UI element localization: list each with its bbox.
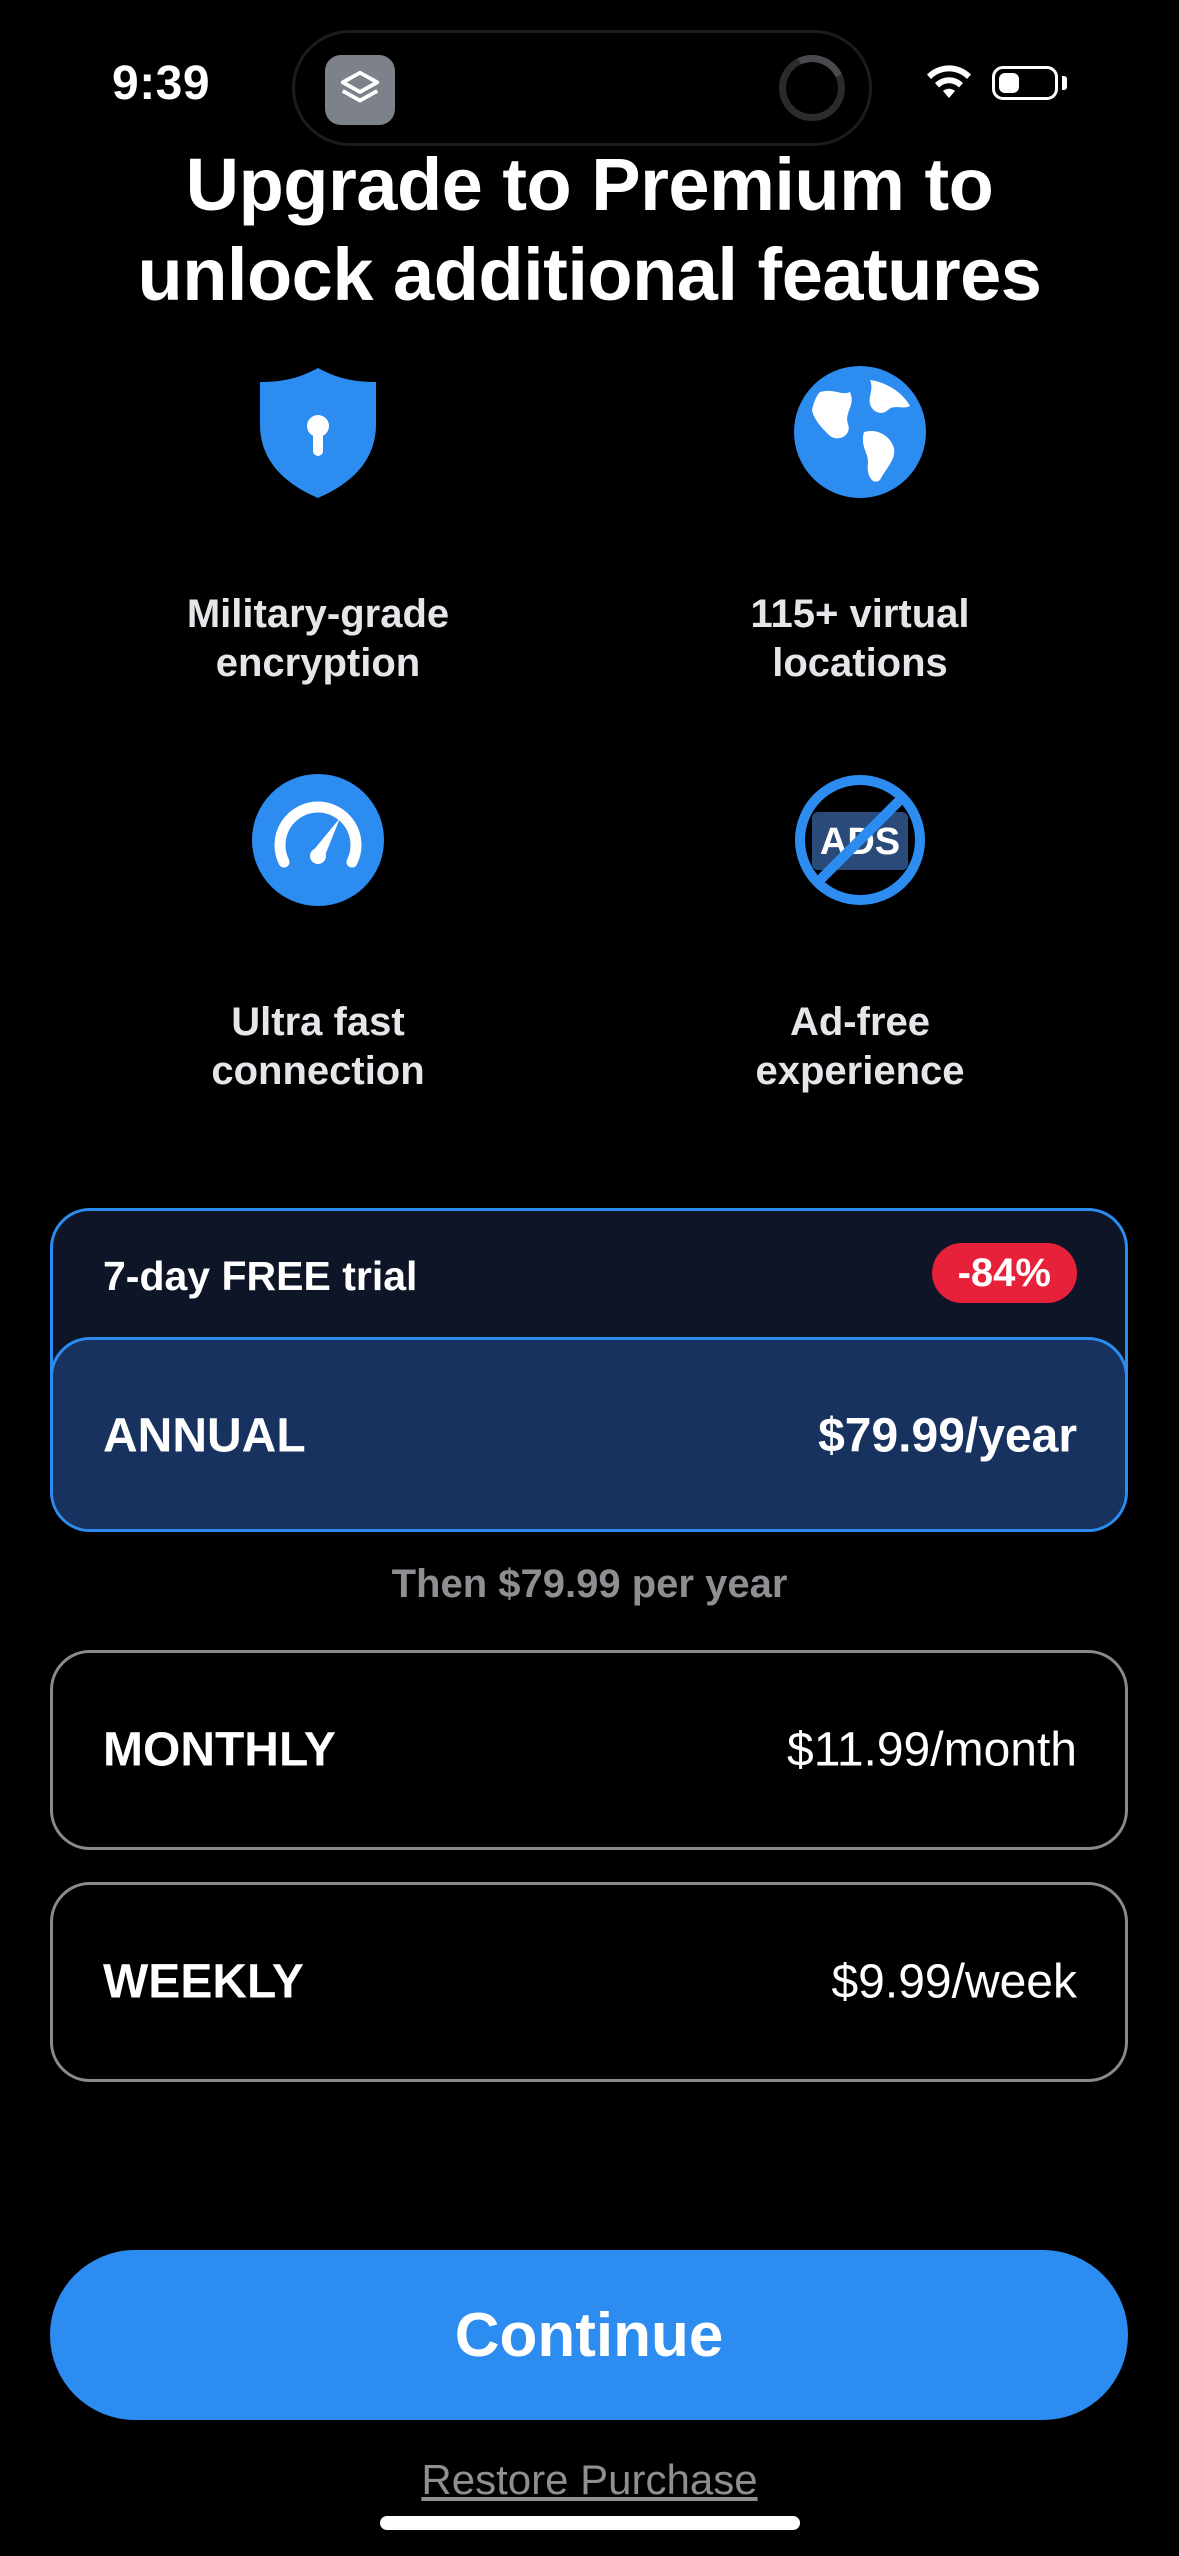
status-time: 9:39: [112, 57, 211, 110]
activity-ring-icon: [779, 55, 845, 121]
feature-encryption: Military-grade encryption: [48, 362, 588, 688]
battery-icon: [992, 66, 1058, 100]
trial-label: 7-day FREE trial: [103, 1253, 418, 1299]
globe-icon: [790, 362, 930, 502]
home-indicator[interactable]: [380, 2516, 800, 2530]
feature-label: Ultra fast connection: [211, 1000, 425, 1093]
annual-plan-option[interactable]: ANNUAL $79.99/year: [53, 1337, 1125, 1529]
plan-name: MONTHLY: [103, 1723, 336, 1777]
annual-plan-card[interactable]: 7-day FREE trial -84% ANNUAL $79.99/year: [50, 1208, 1128, 1532]
plan-name: ANNUAL: [103, 1409, 306, 1463]
feature-label: 115+ virtual locations: [750, 592, 970, 685]
feature-speed: Ultra fast connection: [48, 770, 588, 1096]
title-line-1: Upgrade to Premium to: [185, 143, 994, 226]
plan-price: $11.99/month: [787, 1723, 1077, 1777]
weekly-plan-option[interactable]: WEEKLY $9.99/week: [50, 1882, 1128, 2082]
title-line-2: unlock additional features: [137, 233, 1042, 316]
plan-name: WEEKLY: [103, 1955, 304, 2009]
feature-locations: 115+ virtual locations: [590, 362, 1130, 688]
feature-label: Ad-free experience: [755, 1000, 965, 1093]
page-title: Upgrade to Premium to unlock additional …: [0, 140, 1179, 320]
continue-button[interactable]: Continue: [50, 2250, 1128, 2420]
restore-purchase-container: Restore Purchase: [0, 2456, 1179, 2504]
plan-price: $9.99/week: [831, 1955, 1077, 2009]
feature-ad-free: ADS Ad-free experience: [590, 770, 1130, 1096]
speedometer-icon: [248, 770, 388, 910]
stack-layers-icon: [325, 55, 395, 125]
battery-level: [999, 73, 1019, 93]
battery-cap: [1062, 76, 1067, 90]
plan-price: $79.99/year: [818, 1409, 1077, 1463]
restore-purchase-link[interactable]: Restore Purchase: [421, 2456, 757, 2503]
monthly-plan-option[interactable]: MONTHLY $11.99/month: [50, 1650, 1128, 1850]
wifi-icon: [924, 62, 974, 105]
no-ads-icon: ADS: [790, 770, 930, 910]
discount-badge: -84%: [931, 1243, 1077, 1303]
shield-lock-icon: [248, 362, 388, 502]
dynamic-island: [292, 30, 872, 146]
annual-renewal-note: Then $79.99 per year: [391, 1562, 788, 1606]
feature-label: Military-grade encryption: [186, 592, 450, 685]
